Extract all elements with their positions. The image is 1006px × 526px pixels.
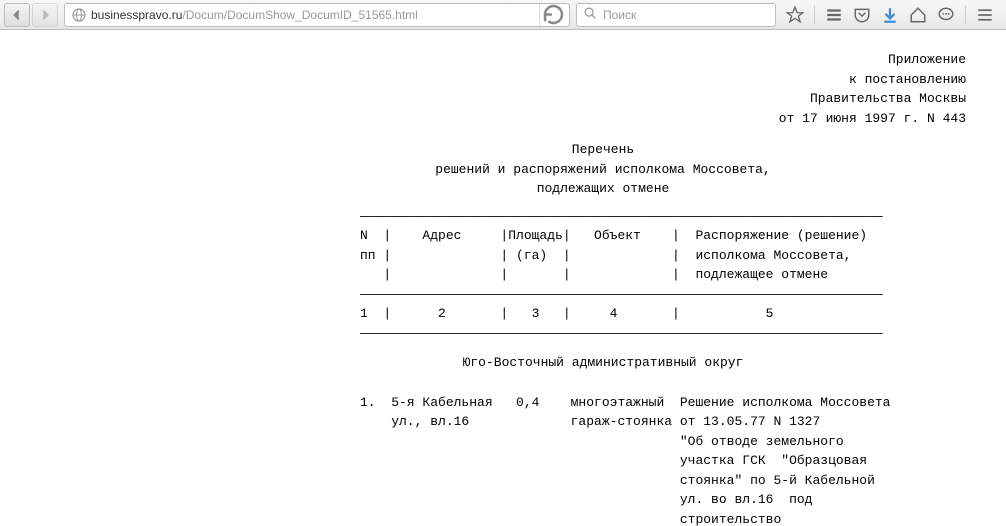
search-icon <box>583 6 597 23</box>
list-icon[interactable] <box>825 6 843 24</box>
pocket-icon[interactable] <box>853 6 871 24</box>
header-line: Правительства Москвы <box>380 89 966 109</box>
separator <box>814 6 815 24</box>
document-title: Перечень решений и распоряжений исполком… <box>240 140 966 199</box>
back-button[interactable] <box>4 3 30 27</box>
toolbar-icons <box>778 6 1002 24</box>
menu-icon[interactable] <box>976 6 994 24</box>
title-line: подлежащих отмене <box>240 179 966 199</box>
browser-toolbar: businesspravo.ru/Docum/DocumShow_DocumID… <box>0 0 1006 30</box>
table-header: ————————————————————————————————————————… <box>360 207 966 344</box>
search-bar[interactable]: Поиск <box>576 3 776 27</box>
url-bar[interactable]: businesspravo.ru/Docum/DocumShow_DocumID… <box>64 3 570 27</box>
star-icon[interactable] <box>786 6 804 24</box>
reload-icon <box>540 1 567 28</box>
separator <box>965 6 966 24</box>
search-placeholder: Поиск <box>603 8 636 22</box>
table-rows: 1. 5-я Кабельная 0,4 многоэтажный Решени… <box>360 393 966 526</box>
header-line: Приложение <box>380 50 966 70</box>
document-content: Приложение к постановлению Правительства… <box>0 30 1006 526</box>
arrow-left-icon <box>10 8 24 22</box>
title-line: решений и распоряжений исполкома Моссове… <box>240 160 966 180</box>
download-icon[interactable] <box>881 6 899 24</box>
url-text: businesspravo.ru/Docum/DocumShow_DocumID… <box>91 8 539 22</box>
header-line: к постановлению <box>380 70 966 90</box>
section-title: Юго-Восточный административный округ <box>240 353 966 373</box>
home-icon[interactable] <box>909 6 927 24</box>
document-header: Приложение к постановлению Правительства… <box>380 50 966 128</box>
globe-icon <box>71 7 87 23</box>
header-line: от 17 июня 1997 г. N 443 <box>380 109 966 129</box>
title-line: Перечень <box>240 140 966 160</box>
forward-button[interactable] <box>32 3 58 27</box>
reload-button[interactable] <box>539 4 567 26</box>
arrow-right-icon <box>38 8 52 22</box>
chat-icon[interactable] <box>937 6 955 24</box>
